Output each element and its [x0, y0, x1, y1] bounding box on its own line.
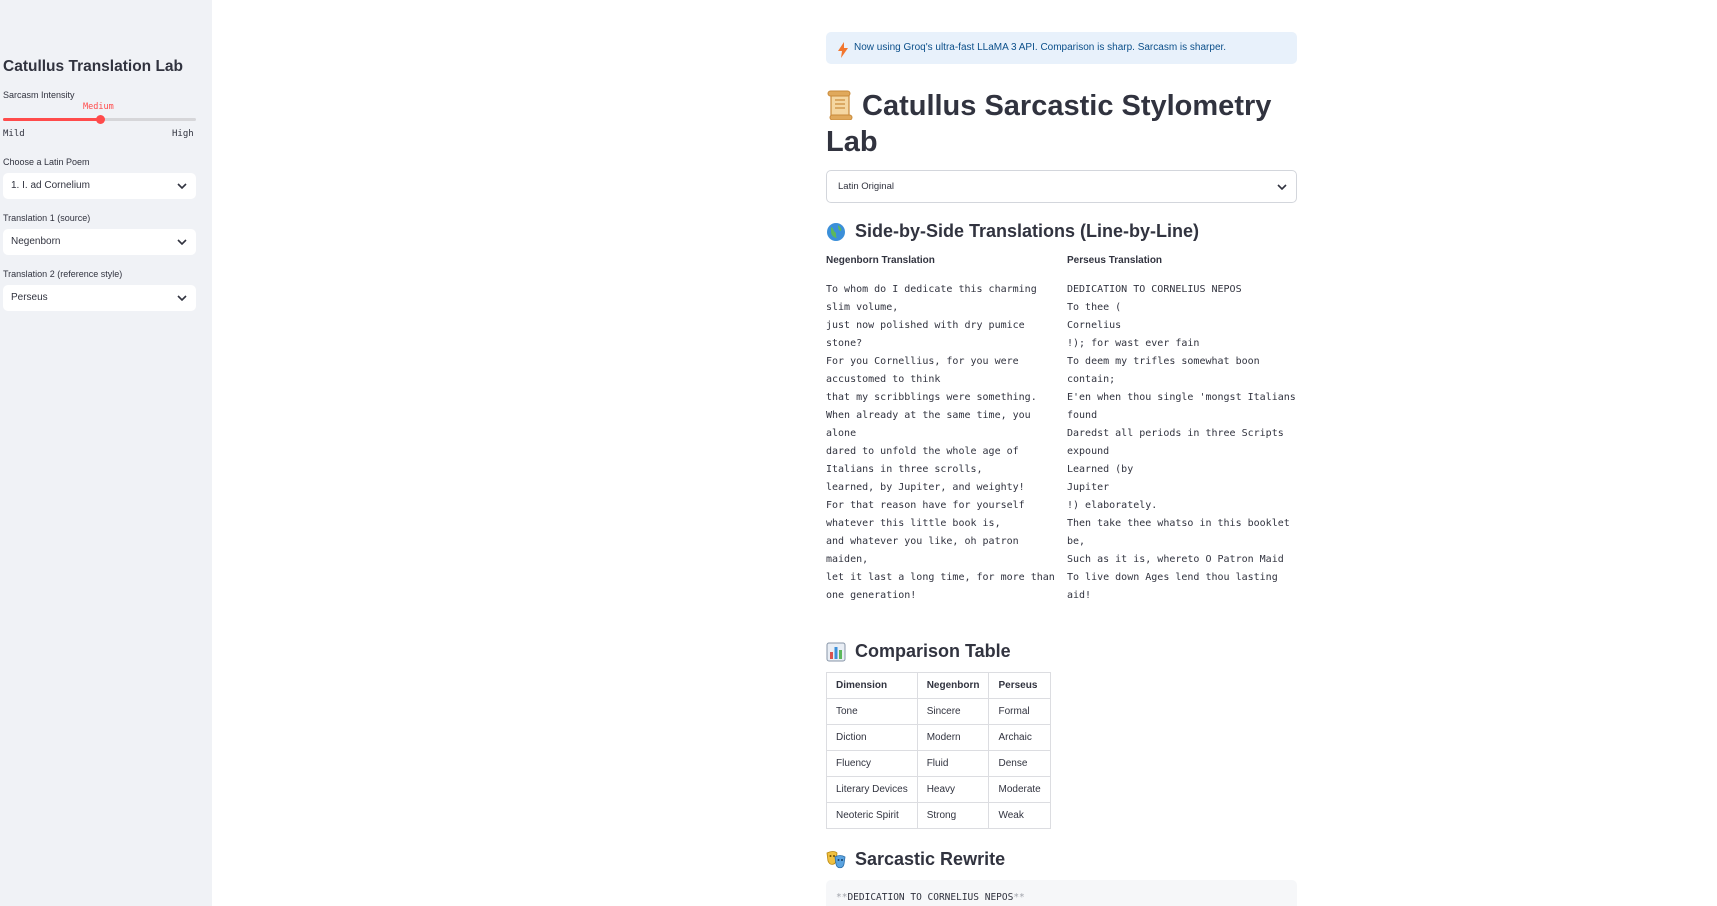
- table-row: Neoteric Spirit Strong Weak: [826, 802, 1051, 829]
- translation2-select-label: Translation 2 (reference style): [3, 269, 123, 279]
- table-cell: Sincere: [916, 698, 990, 725]
- view-select-value: Latin Original: [838, 181, 894, 192]
- right-translation-text: DEDICATION TO CORNELIUS NEPOS To thee ( …: [1067, 284, 1296, 601]
- scroll-icon: [826, 90, 854, 121]
- comparison-table: Dimension Negenborn Perseus Tone Sincere…: [826, 672, 1051, 829]
- chevron-down-icon: [176, 285, 188, 311]
- table-row: Fluency Fluid Dense: [826, 750, 1051, 777]
- table-cell: Weak: [988, 802, 1051, 829]
- translation2-select-value: Perseus: [11, 292, 48, 303]
- sidebar: Catullus Translation Lab Sarcasm Intensi…: [0, 0, 212, 906]
- sarcastic-rewrite-text: DEDICATION TO CORNELIUS NEPOS: [847, 892, 1014, 903]
- page-title-text: Catullus Sarcastic Stylometry Lab: [826, 90, 1272, 158]
- table-cell: Fluency: [826, 750, 918, 777]
- sarcastic-rewrite-heading: Sarcastic Rewrite: [826, 849, 1005, 870]
- poem-select-label: Choose a Latin Poem: [3, 157, 90, 167]
- table-header-row: Dimension Negenborn Perseus: [826, 672, 1051, 699]
- table-cell: Literary Devices: [826, 776, 918, 803]
- table-cell: Moderate: [988, 776, 1051, 803]
- table-cell: Archaic: [988, 724, 1051, 751]
- sarcastic-rewrite-heading-text: Sarcastic Rewrite: [855, 849, 1006, 869]
- table-row: Diction Modern Archaic: [826, 724, 1051, 751]
- chevron-down-icon: [176, 229, 188, 255]
- globe-icon: [827, 222, 845, 241]
- bar-chart-icon: [826, 642, 846, 661]
- slider-min-label: Mild: [3, 129, 25, 139]
- slider-fill: [3, 118, 100, 121]
- view-select[interactable]: Latin Original: [826, 170, 1297, 203]
- column-header: Perseus: [988, 672, 1051, 699]
- table-cell: Fluid: [916, 750, 990, 777]
- column-header: Dimension: [826, 672, 918, 699]
- table-cell: Diction: [826, 724, 918, 751]
- table-cell: Dense: [988, 750, 1051, 777]
- banner-text: Now using Groq's ultra-fast LLaMA 3 API.…: [854, 42, 1227, 53]
- markdown-stars: **: [1013, 892, 1025, 903]
- sarcastic-rewrite-block: **DEDICATION TO CORNELIUS NEPOS**: [826, 880, 1297, 906]
- translation1-select[interactable]: Negenborn: [3, 229, 196, 255]
- side-by-side-heading-text: Side-by-Side Translations (Line-by-Line): [855, 221, 1200, 241]
- table-row: Tone Sincere Formal: [826, 698, 1051, 725]
- translation1-select-label: Translation 1 (source): [3, 213, 91, 223]
- lightning-icon: [838, 40, 848, 72]
- translation2-select[interactable]: Perseus: [3, 285, 196, 311]
- right-translation-header: Perseus Translation: [1067, 255, 1163, 266]
- table-cell: Neoteric Spirit: [826, 802, 918, 829]
- table-cell: Tone: [826, 698, 918, 725]
- theater-masks-icon: [826, 850, 846, 868]
- sidebar-title: Catullus Translation Lab: [3, 58, 183, 75]
- chevron-down-icon: [176, 173, 188, 199]
- table-cell: Heavy: [916, 776, 990, 803]
- column-header: Negenborn: [916, 672, 990, 699]
- sarcasm-slider[interactable]: [3, 115, 196, 124]
- slider-max-label: High: [172, 129, 194, 139]
- left-translation-text: To whom do I dedicate this charming slim…: [826, 284, 1055, 601]
- sarcasm-slider-value: Medium: [83, 102, 114, 112]
- table-cell: Strong: [916, 802, 990, 829]
- slider-thumb[interactable]: [95, 115, 105, 124]
- poem-select[interactable]: 1. I. ad Cornelium: [3, 173, 196, 199]
- comparison-heading-text: Comparison Table: [855, 641, 1011, 661]
- comparison-heading: Comparison Table: [826, 641, 1011, 662]
- table-cell: Modern: [916, 724, 990, 751]
- table-cell: Formal: [988, 698, 1051, 725]
- poem-select-value: 1. I. ad Cornelium: [11, 180, 90, 191]
- translation1-select-value: Negenborn: [11, 236, 61, 247]
- chevron-down-icon: [1276, 171, 1288, 202]
- left-translation-header: Negenborn Translation: [826, 255, 935, 266]
- markdown-stars: **: [836, 892, 848, 903]
- side-by-side-heading: Side-by-Side Translations (Line-by-Line): [826, 221, 1199, 242]
- table-row: Literary Devices Heavy Moderate: [826, 776, 1051, 803]
- page-title: Catullus Sarcastic Stylometry Lab: [826, 88, 1306, 160]
- info-banner: Now using Groq's ultra-fast LLaMA 3 API.…: [826, 32, 1297, 64]
- sarcasm-slider-label: Sarcasm Intensity: [3, 90, 75, 100]
